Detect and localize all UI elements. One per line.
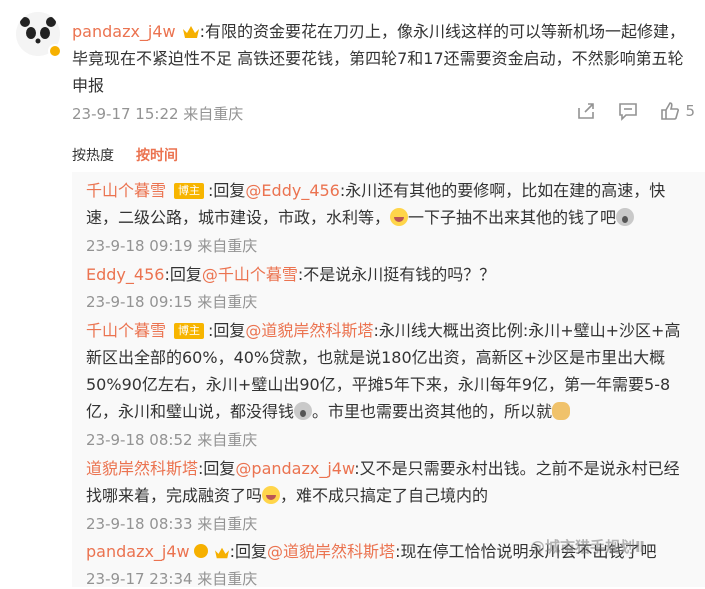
scared-emoji-icon [616,208,635,226]
reply-item: 千山个暮雪 博主:回复@道貌岸然科斯塔:永川线大概出资比例:永川+璧山+沙区+高新… [86,317,686,425]
reply-timestamp: 23-9-18 09:19 来自重庆 [86,237,258,255]
main-comment: pandazx_j4w:有限的资金要花在刀刃上，像永川线这样的可以等新机场一起修… [72,18,692,99]
reply-text-continued: 。市里也需要出资其他的，所以就 [312,402,553,421]
laugh-cry-emoji-icon [390,208,409,226]
blogger-tag: 博主 [174,183,205,199]
blogger-tag: 博主 [174,323,205,339]
main-comment-timestamp: 23-9-17 15:22 来自重庆 [72,105,244,123]
reply-text: :不是说永川挺有钱的吗？？ [297,265,496,284]
reply-mention[interactable]: @pandazx_j4w [235,459,354,478]
reply-username[interactable]: 道貌岸然科斯塔 [86,459,198,478]
reply-prefix: :回复 [229,542,268,561]
like-count: 5 [685,102,695,120]
reply-mention[interactable]: @道貌岸然科斯塔 [245,321,373,340]
reply-item: Eddy_456:回复@千山个暮雪:不是说永川挺有钱的吗？？ [86,261,686,288]
reply-item: 道貌岸然科斯塔:回复@pandazx_j4w:又不是只需要永村出钱。之前不是说永… [86,455,686,509]
like-icon [661,102,680,120]
scared-emoji-icon [294,402,313,420]
comment-icon[interactable] [617,100,639,122]
reply-timestamp: 23-9-18 09:15 来自重庆 [86,293,258,311]
reply-username[interactable]: pandazx_j4w [86,542,190,561]
main-comment-username[interactable]: pandazx_j4w [72,22,176,41]
reply-prefix: :回复 [164,265,202,284]
reply-text-continued: ，难不成只搞定了自己境内的 [280,486,489,505]
crown-icon [182,26,199,38]
main-comment-actions: 5 [575,100,695,122]
reply-username[interactable]: 千山个暮雪 [86,181,166,200]
reply-prefix: :回复 [208,321,246,340]
laugh-cry-emoji-icon [262,486,281,504]
reply-timestamp: 23-9-18 08:52 来自重庆 [86,431,258,449]
watermark: @城市猎手规划Ⅱ [530,538,645,556]
like-button[interactable]: 5 [659,100,695,122]
reply-prefix: :回复 [198,459,236,478]
verified-badge-icon [193,544,208,558]
sort-by-hot[interactable]: 按热度 [72,148,114,164]
reply-prefix: :回复 [208,181,246,200]
reply-username[interactable]: Eddy_456 [86,265,164,284]
reply-username[interactable]: 千山个暮雪 [86,321,166,340]
crown-icon [214,547,229,559]
reply-timestamp: 23-9-18 08:33 来自重庆 [86,515,258,533]
reply-mention[interactable]: @道貌岸然科斯塔 [267,542,395,561]
verified-badge-icon [48,44,62,58]
share-icon[interactable] [575,100,597,122]
replies-panel: 千山个暮雪 博主:回复@Eddy_456:永川还有其他的要修啊，比如在建的高速，快… [72,172,705,588]
doge-emoji-icon [552,402,571,420]
reply-mention[interactable]: @Eddy_456 [245,181,339,200]
reply-timestamp: 23-9-17 23:34 来自重庆 [86,570,258,588]
reply-item: 千山个暮雪 博主:回复@Eddy_456:永川还有其他的要修啊，比如在建的高速，快… [86,177,686,231]
reply-mention[interactable]: @千山个暮雪 [202,265,298,284]
sort-by-time[interactable]: 按时间 [136,148,178,164]
reply-text-continued: 一下子抽不出来其他的钱了吧 [408,208,617,227]
sort-options: 按热度 按时间 [72,145,178,165]
